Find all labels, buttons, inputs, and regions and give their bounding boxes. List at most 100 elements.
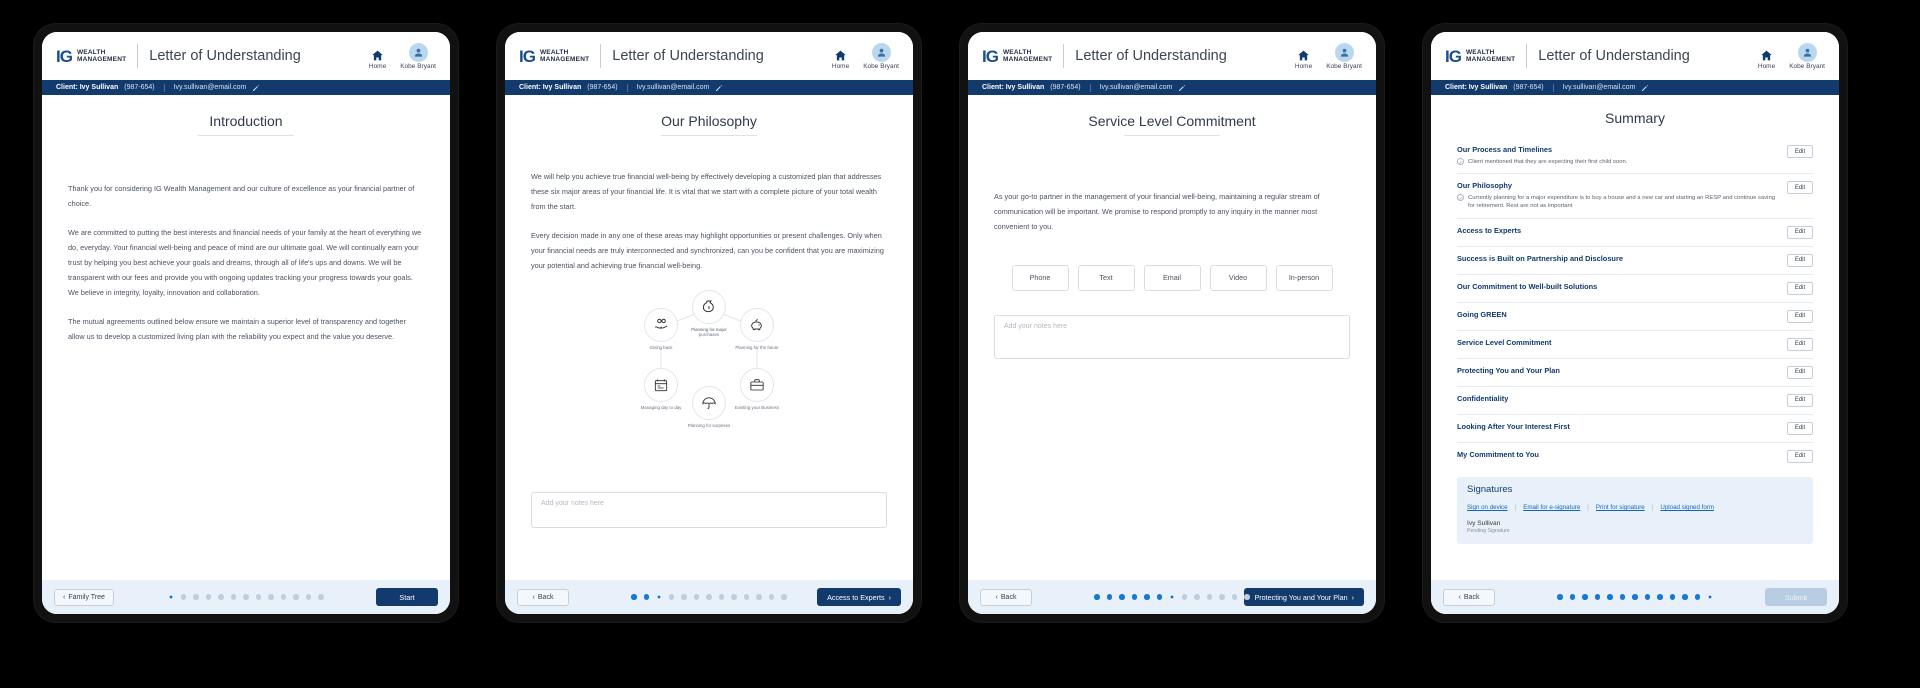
- wheel-node-giving-back[interactable]: Giving back: [644, 307, 678, 351]
- edit-button[interactable]: Edit: [1787, 181, 1813, 195]
- progress-dot[interactable]: [1231, 594, 1238, 600]
- progress-dot[interactable]: [693, 594, 700, 600]
- progress-dot[interactable]: [656, 594, 662, 600]
- wheel-node-surprises[interactable]: Planning for surprises: [688, 385, 730, 429]
- progress-dot[interactable]: [230, 594, 237, 600]
- home-button[interactable]: Home: [369, 49, 386, 70]
- progress-dot[interactable]: [1582, 594, 1588, 600]
- progress-dot[interactable]: [1619, 594, 1626, 600]
- edit-icon[interactable]: [715, 84, 723, 92]
- edit-button[interactable]: Edit: [1787, 145, 1813, 158]
- progress-dot[interactable]: [1219, 594, 1225, 600]
- app-screen: IG WEALTH MANAGEMENT Letter of Understan…: [968, 32, 1376, 614]
- progress-dot[interactable]: [255, 594, 262, 600]
- progress-dot[interactable]: [631, 594, 637, 600]
- progress-dot[interactable]: [1594, 594, 1601, 600]
- progress-dot[interactable]: [1557, 594, 1563, 600]
- edit-icon[interactable]: [1641, 84, 1649, 92]
- progress-dot[interactable]: [1169, 594, 1175, 600]
- progress-dot[interactable]: [1707, 594, 1713, 600]
- progress-dot[interactable]: [1206, 594, 1213, 600]
- wheel-node-planning-future[interactable]: Planning for the future: [735, 307, 779, 351]
- progress-dot[interactable]: [193, 594, 199, 600]
- progress-dot[interactable]: [706, 594, 712, 600]
- progress-dot[interactable]: [1194, 594, 1200, 600]
- user-menu[interactable]: Kobe Bryant: [400, 42, 436, 70]
- progress-dot[interactable]: [1106, 594, 1113, 600]
- progress-dot[interactable]: [718, 594, 725, 600]
- progress-dot[interactable]: [205, 594, 212, 600]
- edit-button[interactable]: Edit: [1787, 393, 1813, 407]
- back-button[interactable]: ‹ Back: [980, 588, 1032, 606]
- edit-button[interactable]: Edit: [1787, 225, 1813, 239]
- notes-input[interactable]: Add your notes here: [531, 492, 887, 528]
- edit-icon[interactable]: [1178, 84, 1186, 92]
- back-button[interactable]: ‹ Back: [517, 588, 569, 606]
- edit-button[interactable]: Edit: [1787, 421, 1813, 435]
- progress-dot[interactable]: [1669, 594, 1676, 600]
- chip-phone[interactable]: Phone: [1011, 264, 1069, 291]
- print-for-signature-link[interactable]: Print for signature: [1596, 504, 1645, 511]
- chip-text[interactable]: Text: [1077, 264, 1135, 291]
- wheel-node-business[interactable]: Existing your Business: [735, 367, 779, 411]
- user-menu[interactable]: Kobe Bryant: [1789, 42, 1825, 70]
- email-e-signature-link[interactable]: Email for e-signature: [1523, 504, 1580, 511]
- submit-button[interactable]: Submit: [1765, 588, 1827, 606]
- progress-dot[interactable]: [1657, 594, 1663, 600]
- progress-dot[interactable]: [1094, 594, 1100, 600]
- user-menu[interactable]: Kobe Bryant: [1326, 42, 1362, 70]
- edit-button[interactable]: Edit: [1787, 337, 1813, 351]
- upload-signed-form-link[interactable]: Upload signed form: [1660, 504, 1714, 511]
- back-button[interactable]: ‹ Family Tree: [54, 588, 114, 606]
- progress-dot[interactable]: [1694, 594, 1701, 600]
- progress-dot[interactable]: [1144, 594, 1150, 600]
- progress-dot[interactable]: [743, 594, 750, 600]
- progress-dot[interactable]: [243, 594, 249, 600]
- user-menu[interactable]: Kobe Bryant: [863, 42, 899, 70]
- progress-dot[interactable]: [318, 594, 324, 600]
- progress-dot[interactable]: [1119, 594, 1125, 600]
- progress-dot[interactable]: [180, 594, 187, 600]
- edit-icon[interactable]: [252, 84, 260, 92]
- progress-dot[interactable]: [305, 594, 312, 600]
- next-button[interactable]: Access to Experts ›: [817, 588, 901, 606]
- progress-dot[interactable]: [1607, 594, 1613, 600]
- progress-dot[interactable]: [643, 594, 650, 600]
- progress-dot[interactable]: [731, 594, 737, 600]
- progress-dot[interactable]: [1632, 594, 1638, 600]
- progress-dot[interactable]: [280, 594, 287, 600]
- chip-in-person[interactable]: In-person: [1275, 264, 1333, 291]
- home-button[interactable]: Home: [832, 49, 849, 70]
- edit-button[interactable]: Edit: [1787, 449, 1813, 463]
- chip-email[interactable]: Email: [1143, 264, 1201, 291]
- progress-dot[interactable]: [781, 594, 787, 600]
- edit-button[interactable]: Edit: [1787, 309, 1813, 323]
- notes-input[interactable]: Add your notes here: [994, 314, 1350, 359]
- progress-dot[interactable]: [1569, 594, 1576, 600]
- sign-on-device-link[interactable]: Sign on device: [1467, 504, 1508, 511]
- home-button[interactable]: Home: [1295, 49, 1312, 70]
- progress-dot[interactable]: [1156, 594, 1163, 600]
- progress-dot[interactable]: [218, 594, 224, 600]
- progress-dot[interactable]: [1644, 594, 1651, 600]
- progress-dot[interactable]: [668, 594, 675, 600]
- wheel-node-major-purchases[interactable]: $ Planning for major purchases: [691, 289, 727, 338]
- progress-dot[interactable]: [1181, 594, 1188, 600]
- progress-dot[interactable]: [681, 594, 687, 600]
- next-button[interactable]: Protecting You and Your Plan ›: [1244, 588, 1364, 606]
- wheel-node-day-to-day[interactable]: Managing day to day: [641, 367, 681, 411]
- progress-dot[interactable]: [768, 594, 775, 600]
- progress-dot[interactable]: [268, 594, 274, 600]
- progress-dot[interactable]: [1131, 594, 1138, 600]
- next-button[interactable]: Start: [376, 588, 438, 606]
- chip-video[interactable]: Video: [1209, 264, 1267, 291]
- progress-dot[interactable]: [293, 594, 299, 600]
- back-button[interactable]: ‹ Back: [1443, 588, 1495, 606]
- edit-button[interactable]: Edit: [1787, 281, 1813, 295]
- progress-dot[interactable]: [168, 594, 174, 600]
- progress-dot[interactable]: [1682, 594, 1688, 600]
- edit-button[interactable]: Edit: [1787, 253, 1813, 267]
- home-button[interactable]: Home: [1758, 49, 1775, 70]
- edit-button[interactable]: Edit: [1787, 365, 1813, 379]
- progress-dot[interactable]: [756, 594, 762, 600]
